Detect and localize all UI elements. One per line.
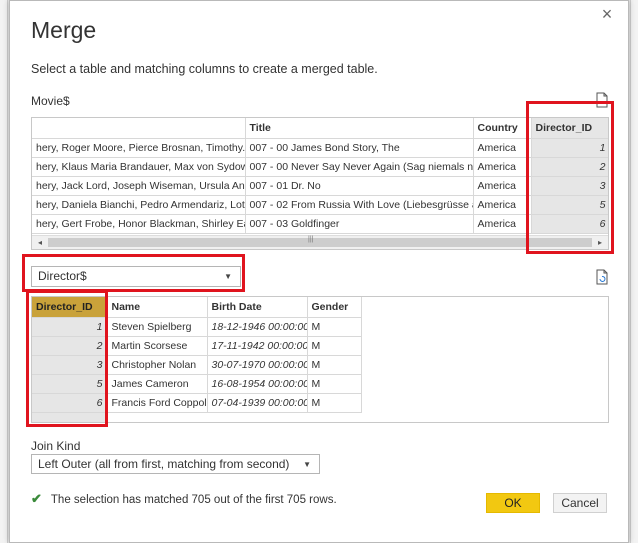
second-table-grid: Director_ID Name Birth Date Gender 1 Ste… (31, 296, 609, 423)
second-table: Director_ID Name Birth Date Gender 1 Ste… (32, 297, 362, 422)
cell: hery, Daniela Bianchi, Pedro Armendariz,… (32, 195, 246, 215)
table-row: 6 Francis Ford Coppola 07-04-1939 00:00:… (32, 393, 362, 413)
column-header-director-id[interactable]: Director_ID (531, 118, 608, 139)
merge-dialog: × Merge Select a table and matching colu… (9, 0, 629, 543)
table-row: hery, Roger Moore, Pierce Brosnan, Timot… (32, 138, 608, 158)
column-header-cast[interactable] (32, 118, 246, 139)
cell: hery, Jack Lord, Joseph Wiseman, Ursula … (32, 176, 246, 196)
cell-empty (107, 412, 207, 422)
join-kind-selected: Left Outer (all from first, matching fro… (38, 457, 290, 471)
cell: M (307, 336, 362, 356)
table-row: 3 Christopher Nolan 30-07-1970 00:00:00 … (32, 355, 362, 375)
background-app-right (630, 0, 638, 543)
cell: 18-12-1946 00:00:00 (207, 317, 308, 337)
join-kind-label: Join Kind (31, 439, 81, 453)
cell: America (473, 214, 532, 234)
cell: hery, Roger Moore, Pierce Brosnan, Timot… (32, 138, 246, 158)
table-row: hery, Daniela Bianchi, Pedro Armendariz,… (32, 195, 608, 215)
cell: 07-04-1939 00:00:00 (207, 393, 308, 413)
scroll-right-icon[interactable]: ▸ (594, 237, 606, 249)
checkmark-icon: ✔ (31, 491, 42, 506)
cell: 3 (531, 176, 608, 196)
column-header-birth-date[interactable]: Birth Date (207, 297, 308, 318)
cell: 007 - 02 From Russia With Love (Liebesgr… (245, 195, 474, 215)
ok-button[interactable]: OK (486, 493, 540, 513)
dialog-subtitle: Select a table and matching columns to c… (31, 62, 378, 76)
join-kind-select[interactable]: Left Outer (all from first, matching fro… (31, 454, 320, 474)
cell: hery, Gert Frobe, Honor Blackman, Shirle… (32, 214, 246, 234)
cell: 5 (531, 195, 608, 215)
cell: 1 (531, 138, 608, 158)
cell: America (473, 157, 532, 177)
column-header-name[interactable]: Name (107, 297, 208, 318)
refresh-document-icon[interactable] (594, 269, 610, 285)
column-header-director-id[interactable]: Director_ID (32, 297, 108, 318)
column-header-title[interactable]: Title (245, 118, 474, 139)
column-header-country[interactable]: Country (473, 118, 532, 139)
document-icon[interactable] (594, 92, 610, 108)
second-table-select[interactable]: Director$ ▼ (31, 266, 241, 287)
table-row: 2 Martin Scorsese 17-11-1942 00:00:00 M (32, 336, 362, 356)
cell: 3 (32, 355, 108, 375)
background-app-left (0, 0, 8, 543)
cell: 5 (32, 374, 108, 394)
cell: 6 (32, 393, 108, 413)
cell: 1 (32, 317, 108, 337)
cell: 30-07-1970 00:00:00 (207, 355, 308, 375)
close-button[interactable]: × (598, 5, 616, 23)
cell: America (473, 138, 532, 158)
cell: M (307, 374, 362, 394)
cell: Steven Spielberg (107, 317, 208, 337)
first-table: Title Country Director_ID hery, Roger Mo… (32, 118, 608, 234)
table-row: 1 Steven Spielberg 18-12-1946 00:00:00 M (32, 317, 362, 337)
cancel-button[interactable]: Cancel (553, 493, 607, 513)
cell: Francis Ford Coppola (107, 393, 208, 413)
first-table-name: Movie$ (31, 94, 70, 108)
cell: 007 - 00 James Bond Story, The (245, 138, 474, 158)
cell: America (473, 195, 532, 215)
cell: 6 (531, 214, 608, 234)
first-table-grid: Title Country Director_ID hery, Roger Mo… (31, 117, 609, 250)
screen: × Merge Select a table and matching colu… (0, 0, 638, 543)
second-table-selected: Director$ (38, 269, 87, 283)
second-table-header-row: Director_ID Name Birth Date Gender (32, 297, 362, 318)
table-row: hery, Klaus Maria Brandauer, Max von Syd… (32, 157, 608, 177)
table-row: hery, Gert Frobe, Honor Blackman, Shirle… (32, 214, 608, 234)
chevron-down-icon: ▼ (224, 272, 232, 281)
cell: 16-08-1954 00:00:00 (207, 374, 308, 394)
cell: 17-11-1942 00:00:00 (207, 336, 308, 356)
horizontal-scrollbar[interactable]: ◂ ||| ▸ (32, 235, 608, 249)
cell: M (307, 393, 362, 413)
cell-empty (32, 412, 108, 422)
scrollbar-thumb[interactable]: ||| (48, 236, 592, 247)
match-status: ✔ The selection has matched 705 out of t… (31, 491, 337, 507)
scrollbar-grip: ||| (308, 236, 314, 243)
cell: 2 (531, 157, 608, 177)
cell: America (473, 176, 532, 196)
scroll-left-icon[interactable]: ◂ (34, 237, 46, 249)
table-row: hery, Jack Lord, Joseph Wiseman, Ursula … (32, 176, 608, 196)
match-status-text: The selection has matched 705 out of the… (50, 494, 337, 506)
first-table-header-row: Title Country Director_ID (32, 118, 608, 139)
column-header-gender[interactable]: Gender (307, 297, 362, 318)
dialog-title: Merge (31, 17, 97, 43)
cell: 007 - 01 Dr. No (245, 176, 474, 196)
table-row: 5 James Cameron 16-08-1954 00:00:00 M (32, 374, 362, 394)
chevron-down-icon: ▼ (303, 460, 311, 469)
cell: James Cameron (107, 374, 208, 394)
cell: hery, Klaus Maria Brandauer, Max von Syd… (32, 157, 246, 177)
cell: M (307, 355, 362, 375)
cell: 007 - 00 Never Say Never Again (Sag niem… (245, 157, 474, 177)
cell-empty (307, 412, 361, 422)
cell: 2 (32, 336, 108, 356)
table-row-empty (32, 412, 361, 422)
cell: Martin Scorsese (107, 336, 208, 356)
cell-empty (207, 412, 307, 422)
cell: M (307, 317, 362, 337)
cell: 007 - 03 Goldfinger (245, 214, 474, 234)
cell: Christopher Nolan (107, 355, 208, 375)
